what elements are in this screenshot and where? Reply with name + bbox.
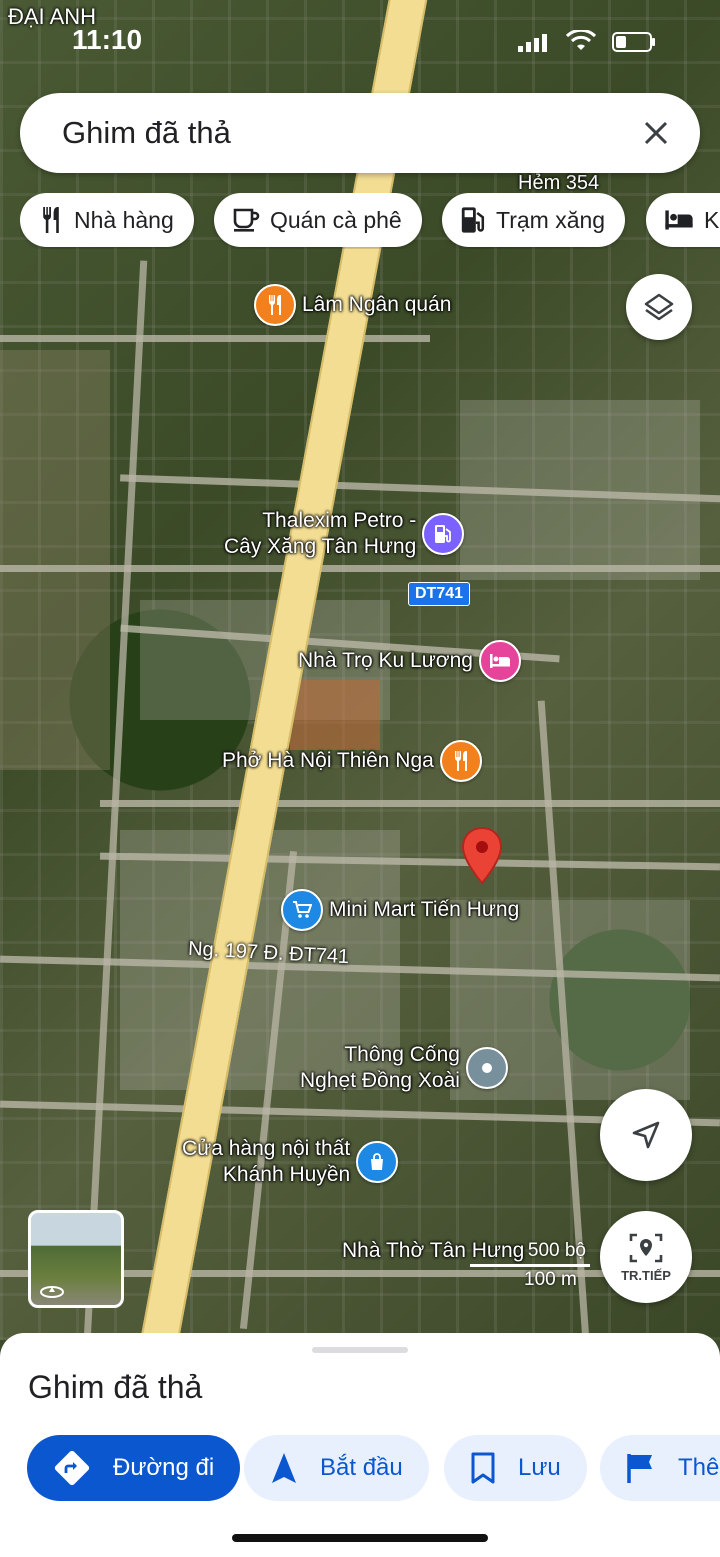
add-label-button[interactable]: Thêm nhãn — [600, 1435, 720, 1501]
drag-handle[interactable] — [312, 1347, 408, 1353]
add-label-label: Thêm nhãn — [678, 1454, 720, 1481]
chip-label: Trạm xăng — [496, 206, 606, 233]
poi-label-line2: Cây Xăng Tân Hưng — [224, 535, 417, 558]
gas-station-icon — [422, 513, 465, 555]
explore-location-icon — [629, 1233, 663, 1262]
chip-gas-stations[interactable]: Trạm xăng — [442, 193, 626, 247]
restaurant-icon — [43, 207, 59, 233]
poi-label-line2: Nghẹt Đồng Xoài — [300, 1069, 460, 1092]
directions-button[interactable]: Đường đi — [27, 1435, 241, 1501]
shopping-bag-icon — [356, 1141, 399, 1183]
chip-restaurants[interactable]: Nhà hàng — [20, 193, 194, 247]
poi-nha-tro-ku-luong[interactable]: Nhà Trọ Ku Lương — [298, 640, 521, 682]
scale-bar — [470, 1264, 590, 1267]
battery-icon — [612, 32, 655, 52]
bookmark-icon — [471, 1452, 495, 1484]
poi-thong-cong-nghet[interactable]: Thông Cống Nghẹt Đồng Xoài — [300, 1042, 508, 1094]
my-location-icon — [632, 1121, 660, 1149]
place-title: Ghim đã thả — [28, 1369, 203, 1405]
road — [0, 335, 430, 342]
road-shield: DT741 — [408, 582, 471, 606]
restaurant-icon — [439, 740, 482, 782]
search-bar[interactable]: Ghim đã thả — [20, 93, 700, 173]
street-view-thumbnail[interactable] — [28, 1210, 124, 1308]
poi-pho-ha-noi-thien-nga[interactable]: Phở Hà Nội Thiên Nga — [222, 740, 482, 782]
coffee-icon — [233, 208, 260, 232]
action-buttons: Đường đi Bắt đầu Lưu Thêm nhãn — [0, 1435, 720, 1505]
wifi-icon — [566, 30, 596, 50]
poi-label-line1: Cửa hàng nội thất — [182, 1137, 351, 1160]
gas-station-icon — [461, 207, 485, 233]
flag-icon — [627, 1454, 652, 1483]
scale-feet: 500 bộ — [527, 1240, 586, 1261]
start-button[interactable]: Bắt đầu — [244, 1435, 429, 1501]
restaurant-icon — [254, 284, 296, 326]
save-label: Lưu — [518, 1454, 561, 1481]
dropped-pin-icon[interactable] — [460, 826, 504, 891]
layers-icon — [644, 293, 674, 321]
poi-label-line2: Khánh Huyền — [222, 1163, 351, 1186]
poi-label: Nhà Trọ Ku Lương — [298, 649, 473, 672]
poi-label: Lâm Ngân quán — [302, 293, 452, 316]
status-time: 11:10 — [72, 24, 143, 55]
road — [0, 565, 720, 572]
poi-mini-mart-tien-hung[interactable]: Mini Mart Tiến Hưng — [281, 889, 519, 931]
map-area — [0, 350, 110, 770]
save-button[interactable]: Lưu — [444, 1435, 587, 1501]
explore-label: TR.TIẾP — [621, 1267, 671, 1283]
road — [100, 800, 720, 807]
directions-label: Đường đi — [113, 1454, 215, 1481]
explore-button[interactable]: TR.TIẾP — [600, 1211, 692, 1303]
close-icon[interactable] — [634, 111, 678, 155]
navigation-icon — [272, 1453, 296, 1483]
my-location-button[interactable] — [600, 1089, 692, 1181]
chip-label: Quán cà phê — [270, 206, 402, 233]
hotel-icon — [478, 640, 521, 682]
chip-coffee[interactable]: Quán cà phê — [214, 193, 422, 247]
map-scale: 500 bộ 100 m — [470, 1240, 590, 1291]
poi-thalexim-petro[interactable]: Thalexim Petro - Cây Xăng Tân Hưng — [224, 508, 465, 560]
poi-label-line1: Thông Cống — [344, 1043, 460, 1066]
poi-label: Mini Mart Tiến Hưng — [329, 898, 520, 921]
poi-lam-ngan-quan[interactable]: Lâm Ngân quán — [254, 284, 451, 326]
poi-label-line1: Thalexim Petro - — [262, 509, 417, 532]
category-chips: Nhà hàng Quán cà phê Trạm xăng Khách sạn — [20, 193, 720, 249]
street-view-icon — [40, 1286, 64, 1298]
start-label: Bắt đầu — [320, 1454, 403, 1481]
road-label-alley: Hẻm 354 — [518, 172, 600, 194]
cart-icon — [281, 889, 323, 931]
search-input[interactable]: Ghim đã thả — [62, 115, 231, 151]
signal-icon — [518, 34, 547, 52]
hotel-icon — [665, 210, 693, 230]
poi-noi-that-khanh-huyen[interactable]: Cửa hàng nội thất Khánh Huyền — [182, 1136, 399, 1188]
home-indicator — [232, 1534, 488, 1542]
chip-label: Nhà hàng — [74, 206, 174, 233]
scale-meters: 100 m — [524, 1269, 577, 1290]
chip-label: Khách sạn — [704, 206, 720, 233]
poi-label: Phở Hà Nội Thiên Nga — [222, 749, 434, 772]
place-icon — [465, 1047, 508, 1089]
bottom-sheet[interactable]: Ghim đã thả Đường đi Bắt đầu Lưu Thêm nh… — [0, 1333, 720, 1557]
directions-icon — [54, 1450, 90, 1486]
layers-button[interactable] — [626, 274, 692, 340]
status-bar: 11:10 — [0, 0, 720, 80]
chip-hotels[interactable]: Khách sạn — [646, 193, 720, 247]
